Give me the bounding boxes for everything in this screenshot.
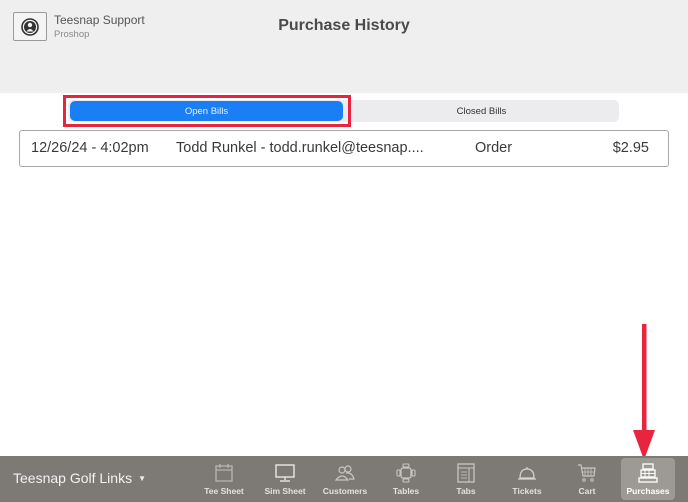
bill-amount: $2.95 bbox=[612, 140, 649, 156]
tab-closed-bills[interactable]: Closed Bills bbox=[344, 100, 619, 122]
tab-cart[interactable]: Cart bbox=[558, 456, 616, 502]
page-title: Purchase History bbox=[0, 17, 688, 35]
calendar-icon bbox=[215, 464, 233, 482]
cart-icon bbox=[578, 464, 596, 482]
tab-customers[interactable]: Customers bbox=[316, 456, 374, 502]
receipt-icon bbox=[457, 463, 475, 483]
tab-label: Tabs bbox=[456, 486, 476, 496]
tab-bar: Teesnap Golf Links ▼ Tee Sheet Sim Sheet… bbox=[0, 456, 688, 502]
page-title-text: Purchase History bbox=[278, 17, 410, 34]
users-icon bbox=[334, 465, 355, 481]
tab-label: Customers bbox=[322, 486, 368, 496]
tab-sim-sheet[interactable]: Sim Sheet bbox=[256, 456, 314, 502]
bill-type: Order bbox=[475, 140, 513, 156]
location-selector[interactable]: Teesnap Golf Links ▼ bbox=[13, 470, 146, 486]
bill-customer: Todd Runkel - todd.runkel@teesnap.... bbox=[176, 140, 424, 156]
monitor-icon bbox=[275, 464, 295, 482]
tab-open-bills[interactable]: Open Bills bbox=[70, 101, 343, 121]
location-name: Teesnap Golf Links bbox=[13, 470, 133, 486]
bill-row[interactable]: 12/26/24 - 4:02pm Todd Runkel - todd.run… bbox=[19, 130, 669, 167]
tab-label: Cart bbox=[578, 486, 596, 496]
chevron-down-icon: ▼ bbox=[138, 473, 146, 483]
table-icon bbox=[396, 463, 416, 483]
header: Teesnap Support Proshop Purchase History bbox=[0, 0, 688, 93]
tab-label: Tickets bbox=[512, 486, 542, 496]
tab-tabs[interactable]: Tabs bbox=[437, 456, 495, 502]
annotation-arrow-icon bbox=[633, 324, 655, 460]
tab-label: Tables bbox=[392, 486, 420, 496]
tab-label: Sim Sheet bbox=[264, 486, 306, 496]
tab-label: Purchases bbox=[626, 486, 670, 496]
cloche-icon bbox=[518, 467, 536, 480]
tab-tee-sheet[interactable]: Tee Sheet bbox=[195, 456, 253, 502]
bill-date: 12/26/24 - 4:02pm bbox=[31, 140, 149, 156]
bills-segmented-control: Open Bills Closed Bills bbox=[68, 100, 619, 122]
tab-label: Tee Sheet bbox=[204, 486, 244, 496]
tab-tickets[interactable]: Tickets bbox=[498, 456, 556, 502]
tab-tables[interactable]: Tables bbox=[377, 456, 435, 502]
tab-purchases[interactable]: Purchases bbox=[621, 458, 675, 500]
cash-register-icon bbox=[638, 463, 658, 483]
